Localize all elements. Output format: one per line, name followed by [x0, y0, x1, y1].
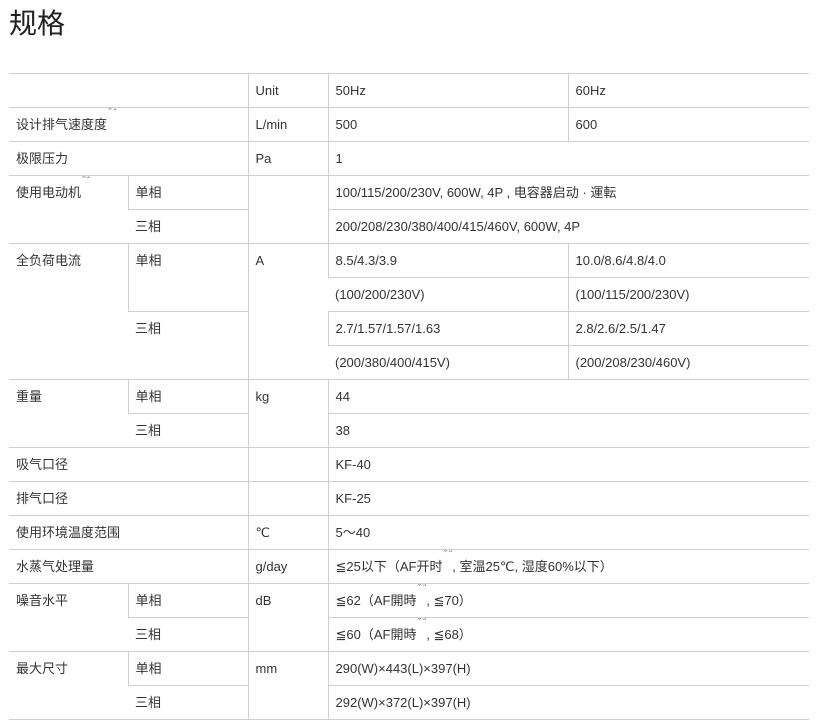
value-motor-single: 100/115/200/230V, 600W, 4P , 电容器启动 · 運転: [327, 175, 809, 210]
sub-label-three: 三相: [128, 209, 248, 244]
table-row-motor-three: 三相 200/208/230/380/400/415/460V, 600W, 4…: [9, 209, 809, 244]
footnote-mark: ※1: [107, 107, 117, 113]
footnote-mark: ※2: [81, 175, 91, 181]
sub-label-three: 三相: [128, 413, 248, 448]
row-label-size: 最大尺寸: [9, 651, 128, 720]
row-label-exhaust: 排气口径: [9, 481, 248, 516]
label-text: 使用电动机: [16, 185, 82, 200]
sub-label-single: 单相: [127, 243, 248, 312]
value-noise-three: ≦60（AF開時 ※3 , ≦68）: [327, 617, 809, 652]
table-row-current-single: 全负荷电流 单相 A 8.5/4.3/3.9 10.0/8.6/4.8/4.0: [9, 243, 809, 380]
header-50hz: 50Hz: [327, 73, 568, 108]
value-text: ≦60（AF開時: [335, 627, 417, 642]
sub-label-single: 单相: [127, 175, 248, 210]
page-title: 规格: [9, 8, 66, 39]
value-weight-single: 44: [327, 379, 809, 414]
volt-current-single-50hz: (100/200/230V): [328, 277, 568, 312]
table-row-size-three: 三相 292(W)×372(L)×397(H): [9, 685, 809, 720]
unit-intake: [247, 447, 328, 482]
value-speed-60hz: 600: [567, 107, 809, 142]
value-intake: KF-40: [327, 447, 809, 482]
unit-weight: kg: [247, 379, 328, 448]
table-row-noise-single: 噪音水平 单相 dB ≦62（AF開時 ※3 , ≦70）: [9, 583, 809, 652]
sub-label-single: 单相: [127, 583, 248, 618]
table-row-exhaust: 排气口径 KF-25: [9, 481, 809, 516]
volt-current-three-50hz: (200/380/400/415V): [328, 345, 568, 380]
table-row-weight-single: 重量 单相 kg 44: [9, 379, 809, 448]
value-vapor: ≦25以下（AF开时 ※3 , 室温25℃, 湿度60%以下）: [327, 549, 809, 584]
unit-motor: [247, 175, 328, 244]
value-exhaust: KF-25: [327, 481, 809, 516]
value-pressure: 1: [327, 141, 809, 176]
unit-speed: L/min: [247, 107, 328, 142]
table-row-intake: 吸气口径 KF-40: [9, 447, 809, 482]
row-label-noise: 噪音水平: [9, 583, 128, 652]
value-text: , ≦68）: [426, 627, 472, 642]
value-motor-three: 200/208/230/380/400/415/460V, 600W, 4P: [327, 209, 809, 244]
unit-temp: ℃: [247, 515, 328, 550]
table-row-weight-three: 三相 38: [9, 413, 809, 448]
value-temp: 5～40: [327, 515, 809, 550]
volt-current-single-60hz: (100/115/200/230V): [567, 277, 809, 312]
value-current-single-50hz: 8.5/4.3/3.9: [327, 243, 568, 278]
sub-label-single: 单相: [127, 651, 248, 686]
header-60hz: 60Hz: [567, 73, 809, 108]
value-speed-50hz: 500: [327, 107, 568, 142]
sub-label-three: 三相: [128, 311, 248, 380]
label-text: 设计排气速度度: [16, 117, 108, 132]
volt-current-three-60hz: (200/208/230/460V): [567, 345, 809, 380]
unit-vapor: g/day: [247, 549, 328, 584]
header-blank-cell: [9, 73, 248, 108]
value-text: ≦62（AF開時: [335, 593, 417, 608]
sub-label-three: 三相: [128, 617, 248, 652]
table-row-current-three: 三相 2.7/1.57/1.57/1.63 2.8/2.6/2.5/1.47: [9, 311, 809, 380]
value-text: , ≦70）: [426, 593, 472, 608]
row-label-weight: 重量: [9, 379, 128, 448]
value-weight-three: 38: [327, 413, 809, 448]
header-unit: Unit: [247, 73, 328, 108]
table-row-pressure: 极限压力 Pa 1: [9, 141, 809, 176]
unit-current: A: [247, 243, 328, 380]
table-row-size-single: 最大尺寸 单相 mm 290(W)×443(L)×397(H): [9, 651, 809, 720]
value-size-single: 290(W)×443(L)×397(H): [327, 651, 809, 686]
value-noise-single: ≦62（AF開時 ※3 , ≦70）: [327, 583, 809, 618]
table-header-row: Unit 50Hz 60Hz: [9, 73, 809, 108]
value-size-three: 292(W)×372(L)×397(H): [327, 685, 809, 720]
spec-table: Unit 50Hz 60Hz 设计排气速度度 ※1 L/min 500 600 极…: [9, 73, 809, 720]
row-label-motor: 使用电动机 ※2: [9, 175, 128, 244]
row-label-intake: 吸气口径: [9, 447, 248, 482]
value-current-single-60hz: 10.0/8.6/4.8/4.0: [567, 243, 809, 278]
table-row-motor-single: 使用电动机 ※2 单相 100/115/200/230V, 600W, 4P , …: [9, 175, 809, 244]
row-label-current: 全负荷电流: [9, 243, 128, 380]
table-row-temp: 使用环境温度范围 ℃ 5～40: [9, 515, 809, 550]
value-current-three-50hz: 2.7/1.57/1.57/1.63: [327, 311, 568, 346]
row-label-pressure: 极限压力: [9, 141, 248, 176]
sub-label-three: 三相: [128, 685, 248, 720]
value-text: , 室温25℃, 湿度60%以下）: [452, 559, 613, 574]
footnote-mark: ※3: [416, 617, 427, 623]
value-current-three-60hz: 2.8/2.6/2.5/1.47: [567, 311, 809, 346]
table-row-noise-three: 三相 ≦60（AF開時 ※3 , ≦68）: [9, 617, 809, 652]
unit-exhaust: [247, 481, 328, 516]
footnote-mark: ※3: [416, 583, 427, 589]
row-label-speed: 设计排气速度度 ※1: [9, 107, 248, 142]
row-label-vapor: 水蒸气处理量: [9, 549, 248, 584]
footnote-mark: ※3: [442, 549, 453, 555]
unit-noise: dB: [247, 583, 328, 652]
row-label-temp: 使用环境温度范围: [9, 515, 248, 550]
table-row-vapor: 水蒸气处理量 g/day ≦25以下（AF开时 ※3 , 室温25℃, 湿度60%以…: [9, 549, 809, 584]
value-text: ≦25以下（AF开时: [335, 559, 443, 574]
table-row-speed: 设计排气速度度 ※1 L/min 500 600: [9, 107, 809, 142]
sub-label-single: 单相: [127, 379, 248, 414]
unit-size: mm: [247, 651, 328, 720]
unit-pressure: Pa: [247, 141, 328, 176]
